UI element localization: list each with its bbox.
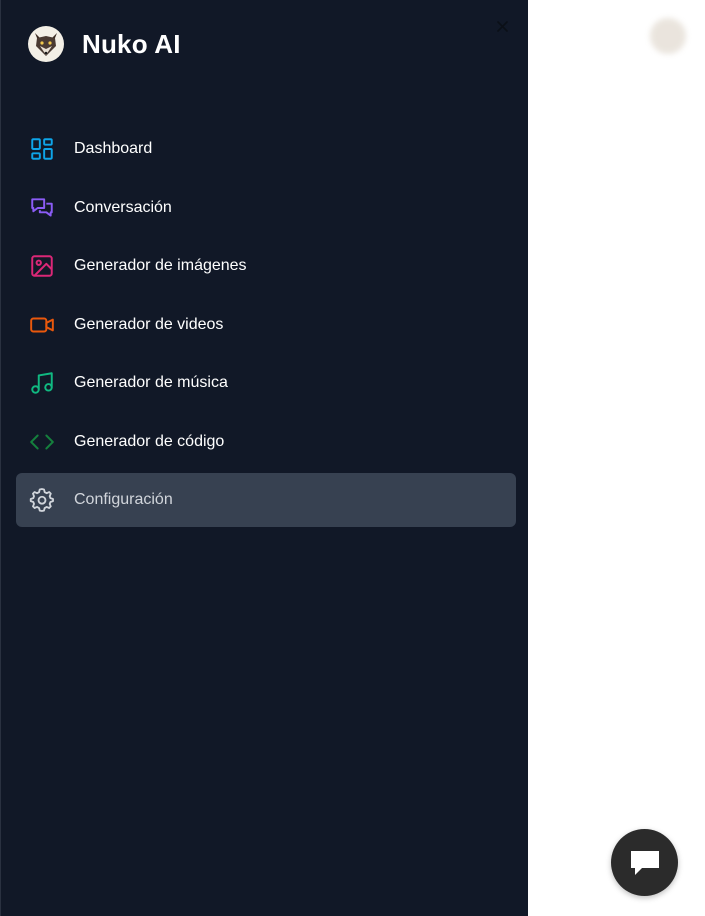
code-icon	[29, 429, 55, 455]
brand-title: Nuko AI	[82, 28, 181, 59]
sidebar-item-label: Dashboard	[74, 140, 153, 157]
fox-logo-icon	[28, 26, 64, 62]
sidebar-item-conversacion[interactable]: Conversación	[16, 181, 516, 235]
video-icon	[29, 312, 55, 338]
close-icon	[496, 20, 508, 32]
sidebar-item-label: Generador de código	[74, 432, 225, 450]
avatar[interactable]	[650, 18, 686, 54]
sidebar-item-dashboard[interactable]: Dashboard	[16, 122, 516, 176]
sidebar-item-label: Generador de imágenes	[74, 257, 247, 274]
sidebar-nav: Dashboard Conversación Generador de imág…	[16, 122, 516, 532]
chat-support-button[interactable]	[611, 829, 678, 896]
sidebar: Nuko AI Dashboard Conversación Generador…	[0, 0, 528, 916]
chat-icon	[630, 850, 659, 875]
sidebar-item-imagenes[interactable]: Generador de imágenes	[16, 239, 516, 293]
sidebar-item-musica[interactable]: Generador de música	[16, 356, 516, 410]
sidebar-item-label: Generador de videos	[74, 315, 224, 333]
brand[interactable]: Nuko AI	[28, 26, 181, 62]
sidebar-item-configuracion[interactable]: Configuración	[16, 473, 516, 527]
dashboard-icon	[29, 136, 55, 162]
sidebar-item-label: Configuración	[74, 491, 173, 508]
gear-icon	[29, 487, 55, 513]
chat-bubbles-icon	[29, 195, 55, 221]
music-icon	[29, 370, 55, 396]
close-sidebar-button[interactable]	[494, 18, 510, 34]
sidebar-item-label: Generador de música	[74, 374, 228, 391]
image-icon	[29, 253, 55, 279]
sidebar-item-codigo[interactable]: Generador de código	[16, 415, 516, 469]
sidebar-item-label: Conversación	[74, 198, 172, 216]
sidebar-item-videos[interactable]: Generador de videos	[16, 298, 516, 352]
